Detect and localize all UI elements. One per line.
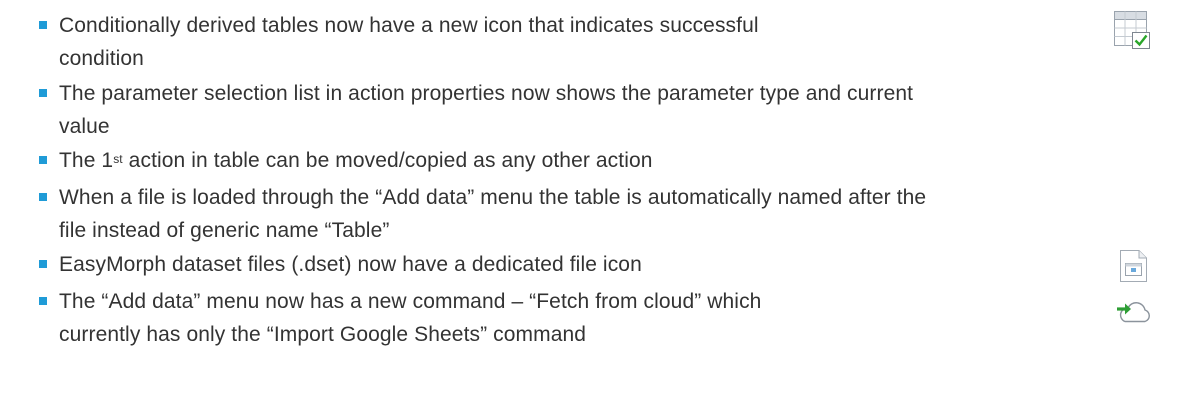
- release-notes-list: Conditionally derived tables now have a …: [0, 0, 1182, 411]
- bullet: [39, 21, 47, 29]
- table-check-icon: [1114, 11, 1150, 49]
- list-item-text: EasyMorph dataset files (.dset) now have…: [59, 253, 642, 276]
- bullet: [39, 297, 47, 305]
- bullet: [39, 260, 47, 268]
- list-item-text: The parameter selection list in action p…: [59, 82, 914, 138]
- list-item-text: The 1st action in table can be moved/cop…: [59, 149, 653, 172]
- list-item-text: The “Add data” menu now has a new comman…: [59, 290, 762, 346]
- cloud-fetch-icon: [1117, 302, 1150, 323]
- bullet: [39, 193, 47, 201]
- bullet: [39, 156, 47, 164]
- dataset-file-icon: [1120, 250, 1147, 282]
- list-item-text: When a file is loaded through the “Add d…: [59, 186, 927, 242]
- list-item-text: Conditionally derived tables now have a …: [59, 14, 759, 70]
- bullet: [39, 89, 47, 97]
